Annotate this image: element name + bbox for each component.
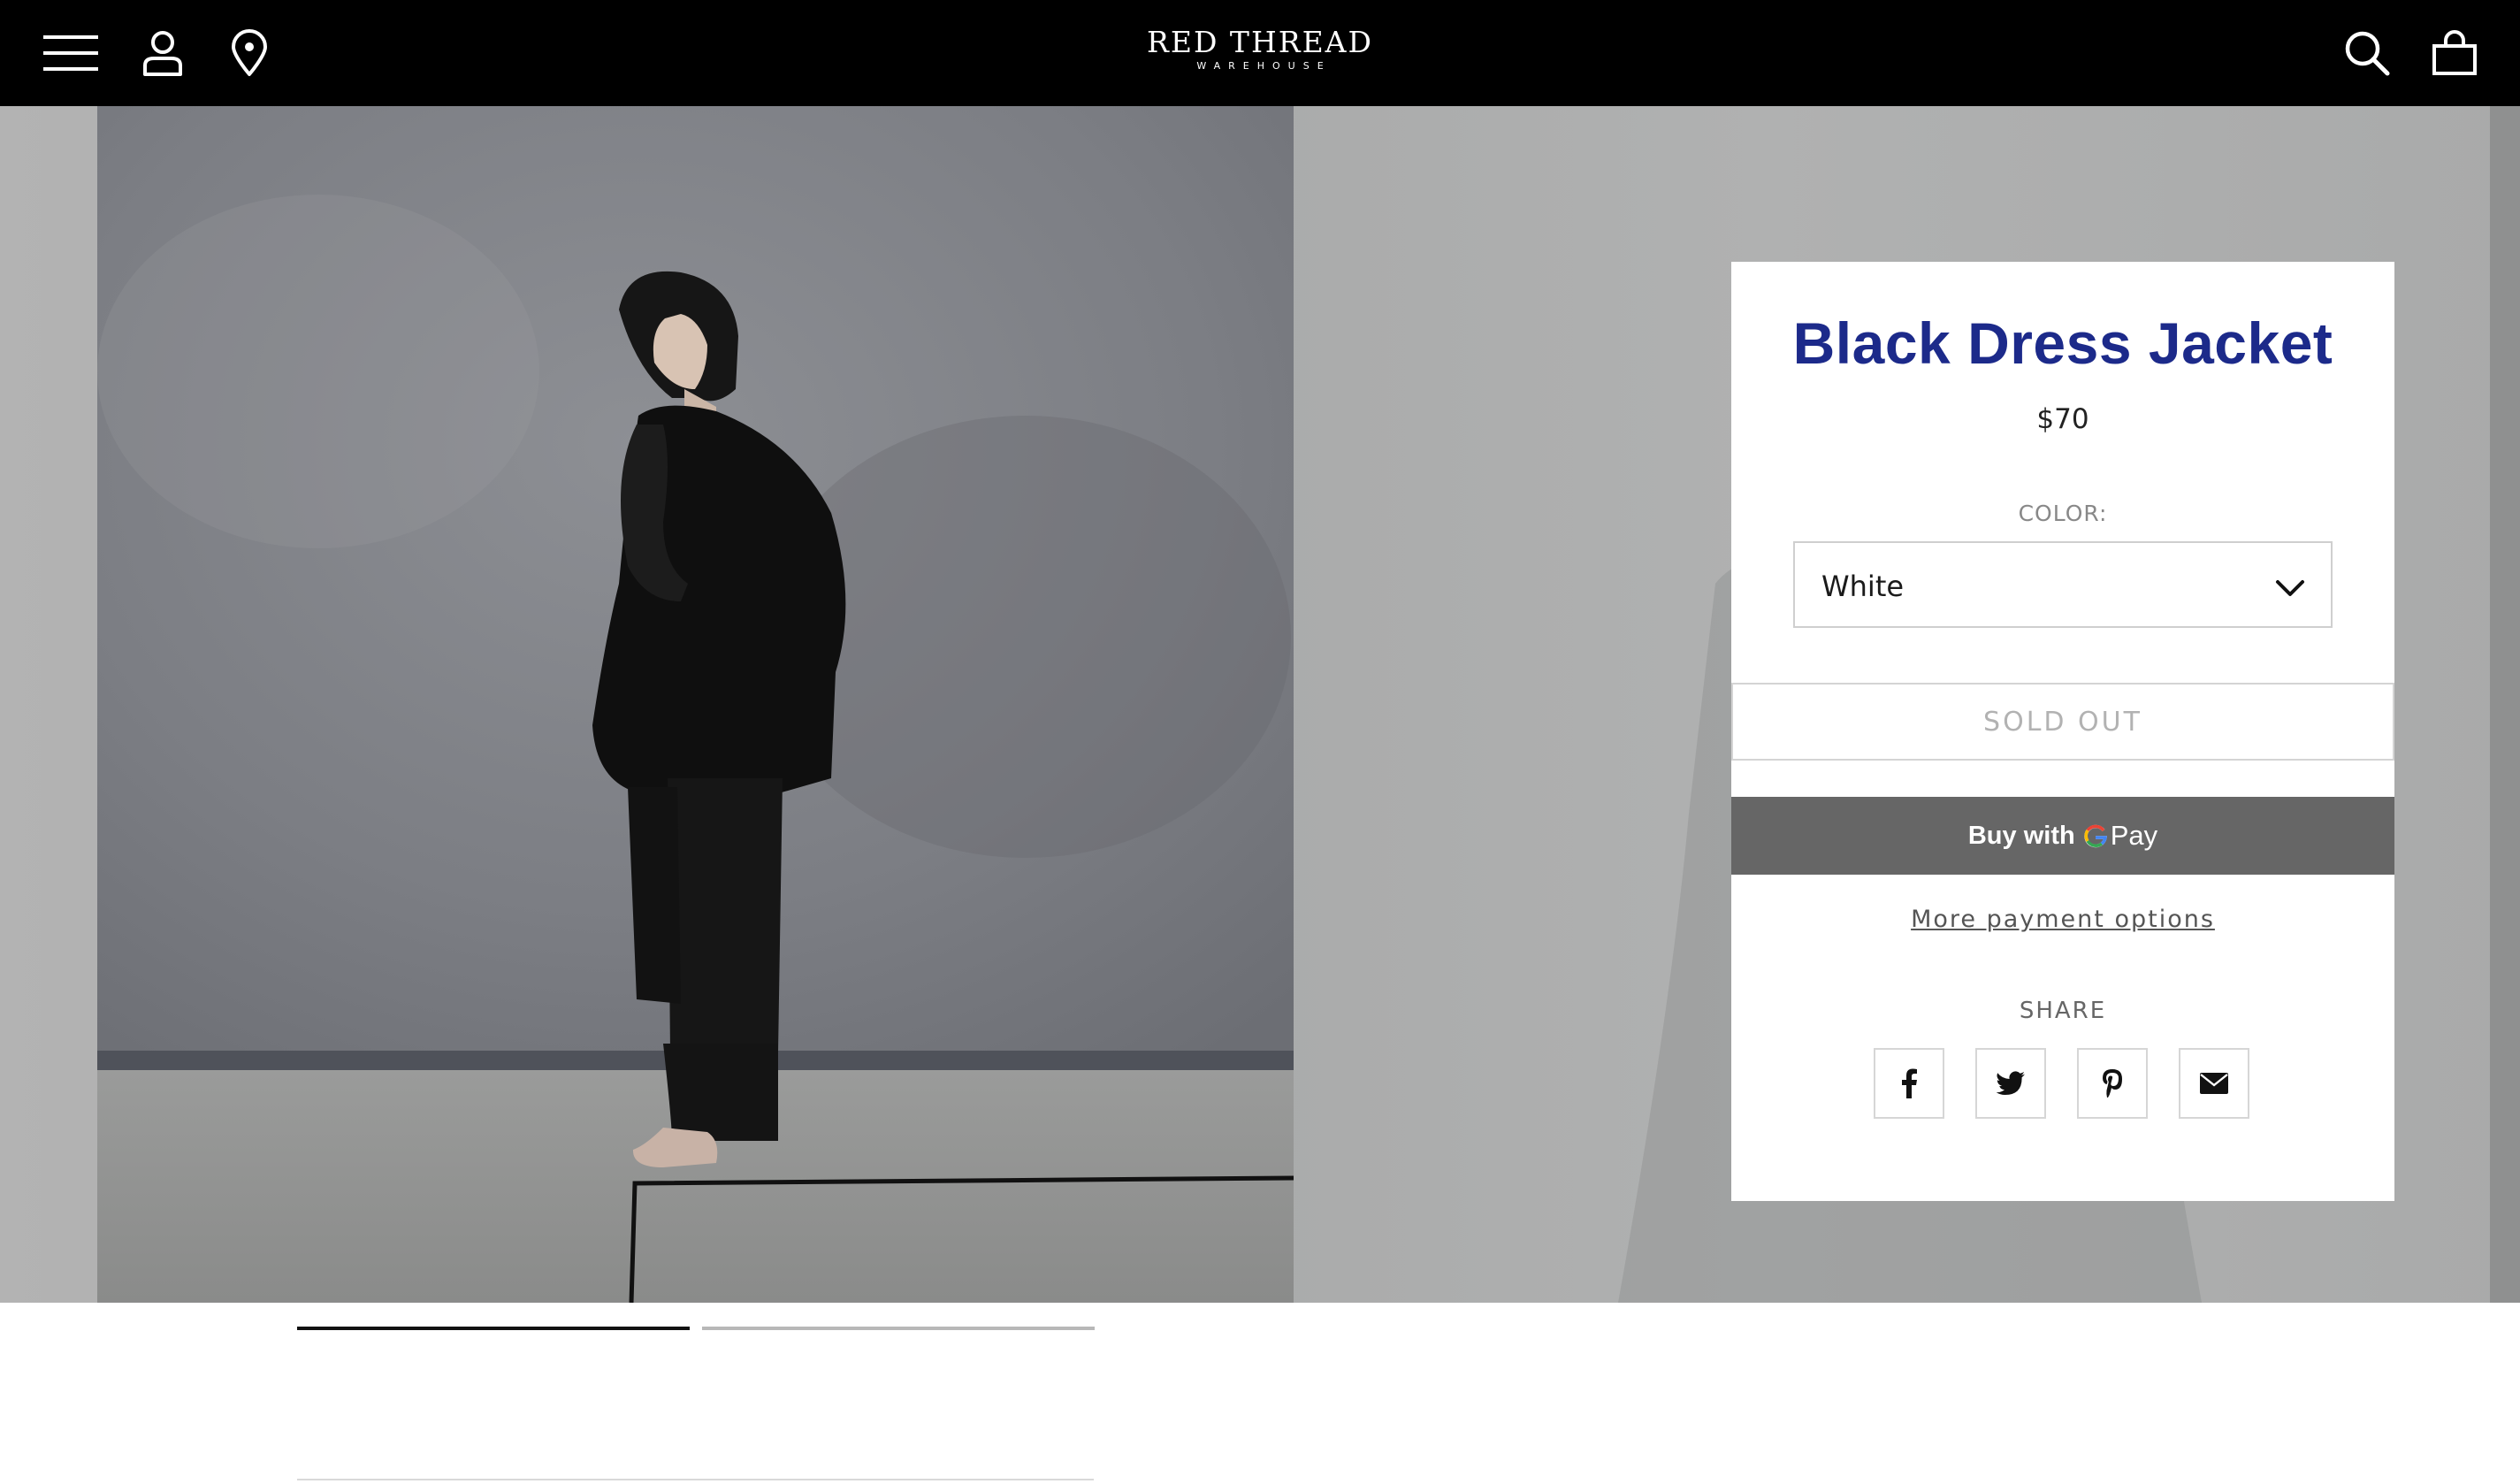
color-label: COLOR:: [2018, 501, 2108, 526]
facebook-icon: [1902, 1068, 1917, 1098]
color-select[interactable]: White: [1793, 541, 2333, 628]
next-slide-edge: [2490, 106, 2520, 1303]
search-icon[interactable]: [2339, 27, 2395, 80]
site-logo[interactable]: RED THREAD WAREHOUSE: [1083, 25, 1437, 81]
site-header: RED THREAD WAREHOUSE: [0, 0, 2520, 106]
share-facebook-button[interactable]: [1874, 1048, 1944, 1119]
share-pinterest-button[interactable]: [2077, 1048, 2148, 1119]
sold-out-label: SOLD OUT: [1983, 706, 2142, 738]
menu-icon[interactable]: [42, 27, 99, 80]
chevron-down-icon: [2276, 580, 2304, 596]
twitter-icon: [1996, 1071, 2025, 1095]
account-icon[interactable]: [134, 27, 191, 80]
logo-sub-text: WAREHOUSE: [1196, 60, 1332, 72]
more-payment-options-link[interactable]: More payment options: [1731, 906, 2394, 933]
buy-with-label: Buy with: [1967, 821, 2075, 850]
share-twitter-button[interactable]: [1975, 1048, 2046, 1119]
color-select-value: White: [1821, 570, 1905, 603]
share-label: SHARE: [2019, 998, 2107, 1024]
product-title: Black Dress Jacket: [1792, 310, 2333, 376]
section-divider: [297, 1479, 1094, 1480]
product-photo[interactable]: [97, 106, 1294, 1303]
location-icon[interactable]: [221, 27, 278, 80]
product-gallery: Black Dress Jacket $70 COLOR: White SOLD…: [0, 106, 2520, 1303]
share-email-button[interactable]: [2179, 1048, 2249, 1119]
product-info-card: Black Dress Jacket $70 COLOR: White SOLD…: [1731, 262, 2394, 1201]
google-pay-button[interactable]: Buy with Pay: [1731, 797, 2394, 875]
email-icon: [2200, 1073, 2228, 1094]
sold-out-button[interactable]: SOLD OUT: [1731, 683, 2394, 761]
pay-label: Pay: [2110, 820, 2158, 851]
logo-main-text: RED THREAD: [1147, 25, 1373, 59]
slide-indicator-2[interactable]: [702, 1327, 1095, 1330]
cart-icon[interactable]: [2426, 27, 2483, 80]
product-price: $70: [2036, 403, 2089, 435]
slide-indicator-1[interactable]: [297, 1327, 690, 1330]
google-g-icon: [2084, 823, 2107, 848]
pinterest-icon: [2103, 1069, 2122, 1098]
